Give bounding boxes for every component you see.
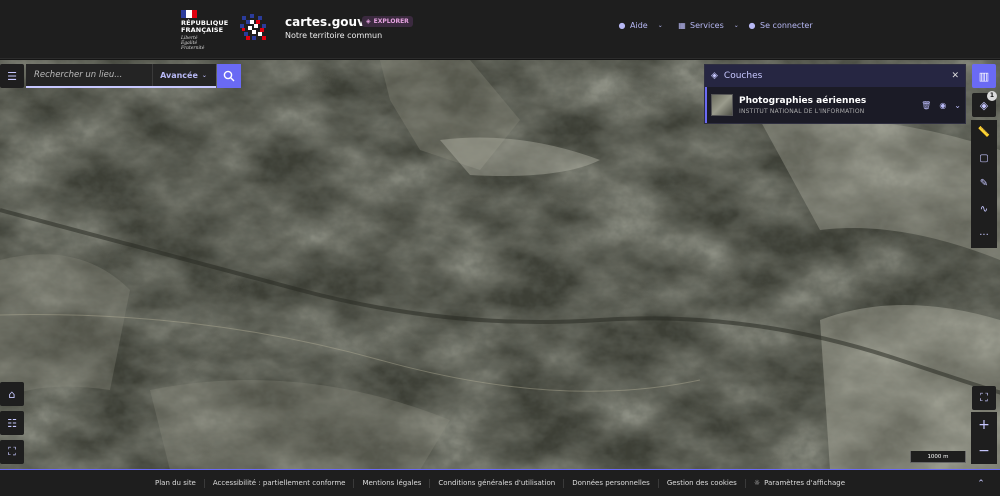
search-input[interactable] (26, 64, 152, 86)
chevron-down-icon: ⌄ (733, 22, 739, 29)
footer-link-terms[interactable]: Conditions générales d'utilisation (430, 478, 565, 488)
footer-link-legal[interactable]: Mentions légales (354, 478, 431, 488)
display-settings-label: Paramètres d'affichage (764, 478, 845, 487)
layer-thumbnail (711, 94, 733, 116)
site-tagline: Notre territoire commun (285, 31, 383, 40)
republique-francaise-logo[interactable]: RÉPUBLIQUE FRANÇAISE Liberté Égalité Fra… (181, 10, 229, 51)
layers-icon: ◈ (979, 98, 989, 112)
layers-icon: ◈ (711, 71, 718, 81)
print-icon[interactable]: ▢ (979, 153, 988, 164)
search-bar: Avancée ⌄ (26, 64, 216, 88)
layers-panel-title: Couches (723, 71, 763, 81)
badge-label: EXPLORER (373, 18, 409, 25)
close-icon[interactable]: ✕ (951, 71, 959, 81)
list-icon: ☷ (7, 416, 17, 430)
republic-motto: Liberté Égalité Fraternité (181, 36, 229, 51)
footer-link-privacy[interactable]: Données personnelles (564, 478, 659, 488)
legend-button[interactable]: ☷ (0, 411, 24, 435)
layer-source: INSTITUT NATIONAL DE L'INFORMATION (739, 107, 865, 115)
site-header: RÉPUBLIQUE FRANÇAISE Liberté Égalité Fra… (0, 0, 1000, 59)
layers-panel: ◈ Couches ✕ Photographies aériennes INST… (704, 64, 966, 124)
plus-icon[interactable]: + (978, 417, 990, 433)
hamburger-icon: ☰ (7, 69, 17, 83)
nav-services[interactable]: ▦ Services ⌄ (678, 21, 739, 30)
footer-link-sitemap[interactable]: Plan du site (147, 478, 205, 488)
route-icon[interactable]: ∿ (980, 204, 988, 215)
ruler-icon[interactable]: 📏 (978, 127, 990, 138)
eye-icon[interactable]: ◉ (939, 101, 946, 110)
footer-link-cookies[interactable]: Gestion des cookies (659, 478, 746, 488)
nav-services-label: Services (690, 21, 724, 30)
map-icon: ▥ (978, 69, 990, 83)
layer-item[interactable]: Photographies aériennes INSTITUT NATIONA… (705, 87, 965, 123)
nav-help[interactable]: ● Aide ⌄ (618, 21, 663, 30)
cartes-logo-icon[interactable] (239, 13, 269, 43)
layers-panel-header: ◈ Couches ✕ (705, 65, 965, 87)
search-button[interactable] (217, 64, 241, 88)
map-catalog-button[interactable]: ▥ (972, 64, 996, 88)
advanced-search-toggle[interactable]: Avancée ⌄ (152, 64, 214, 86)
chevron-down-icon: ⌄ (201, 71, 207, 79)
grid-icon: ▦ (678, 20, 686, 30)
extent-icon: ⛶ (8, 445, 16, 458)
trash-icon[interactable]: 🗑 (921, 101, 931, 110)
footer-link-accessibility[interactable]: Accessibilité : partiellement conforme (205, 478, 355, 488)
minus-icon[interactable]: − (978, 443, 990, 459)
more-icon[interactable]: ··· (979, 230, 989, 241)
nav-login-label: Se connecter (760, 21, 813, 30)
search-icon (223, 70, 235, 82)
badge-icon: ◈ (366, 18, 371, 25)
fullscreen-icon: ⛶ (980, 391, 988, 404)
site-footer: Plan du site Accessibilité : partielleme… (0, 469, 1000, 496)
chevron-up-icon[interactable]: ⌃ (970, 476, 992, 492)
menu-button[interactable]: ☰ (0, 64, 24, 88)
motto-fraternite: Fraternité (181, 46, 205, 51)
fullscreen-button[interactable]: ⛶ (972, 386, 996, 410)
tools-toolbar: 📏 ▢ ✎ ∿ ··· (971, 120, 997, 248)
settings-icon: ☼ (753, 478, 761, 487)
nav-login[interactable]: ● Se connecter (748, 21, 813, 30)
layer-actions: 🗑 ◉ ⌄ (921, 101, 961, 110)
home-icon: ⌂ (8, 387, 16, 401)
footer-display-settings[interactable]: ☼ Paramètres d'affichage (746, 479, 853, 488)
zoom-controls: + − (971, 412, 997, 464)
chevron-down-icon: ⌄ (657, 22, 663, 29)
explorer-badge: ◈ EXPLORER (362, 16, 413, 27)
republic-name-line2: FRANÇAISE (181, 26, 224, 34)
extent-button[interactable]: ⛶ (0, 440, 24, 464)
chevron-down-icon[interactable]: ⌄ (954, 101, 961, 110)
help-icon: ● (618, 20, 626, 30)
user-icon: ● (748, 20, 756, 30)
layer-name: Photographies aériennes (739, 95, 867, 106)
pencil-icon[interactable]: ✎ (980, 178, 988, 189)
french-flag-icon (181, 10, 197, 18)
home-extent-button[interactable]: ⌂ (0, 382, 24, 406)
advanced-label: Avancée (160, 70, 198, 80)
scale-bar: 1000 m (910, 451, 966, 463)
nav-help-label: Aide (630, 21, 648, 30)
layer-text: Photographies aériennes INSTITUT NATIONA… (739, 96, 866, 115)
layers-count-badge: 1 (987, 91, 997, 101)
